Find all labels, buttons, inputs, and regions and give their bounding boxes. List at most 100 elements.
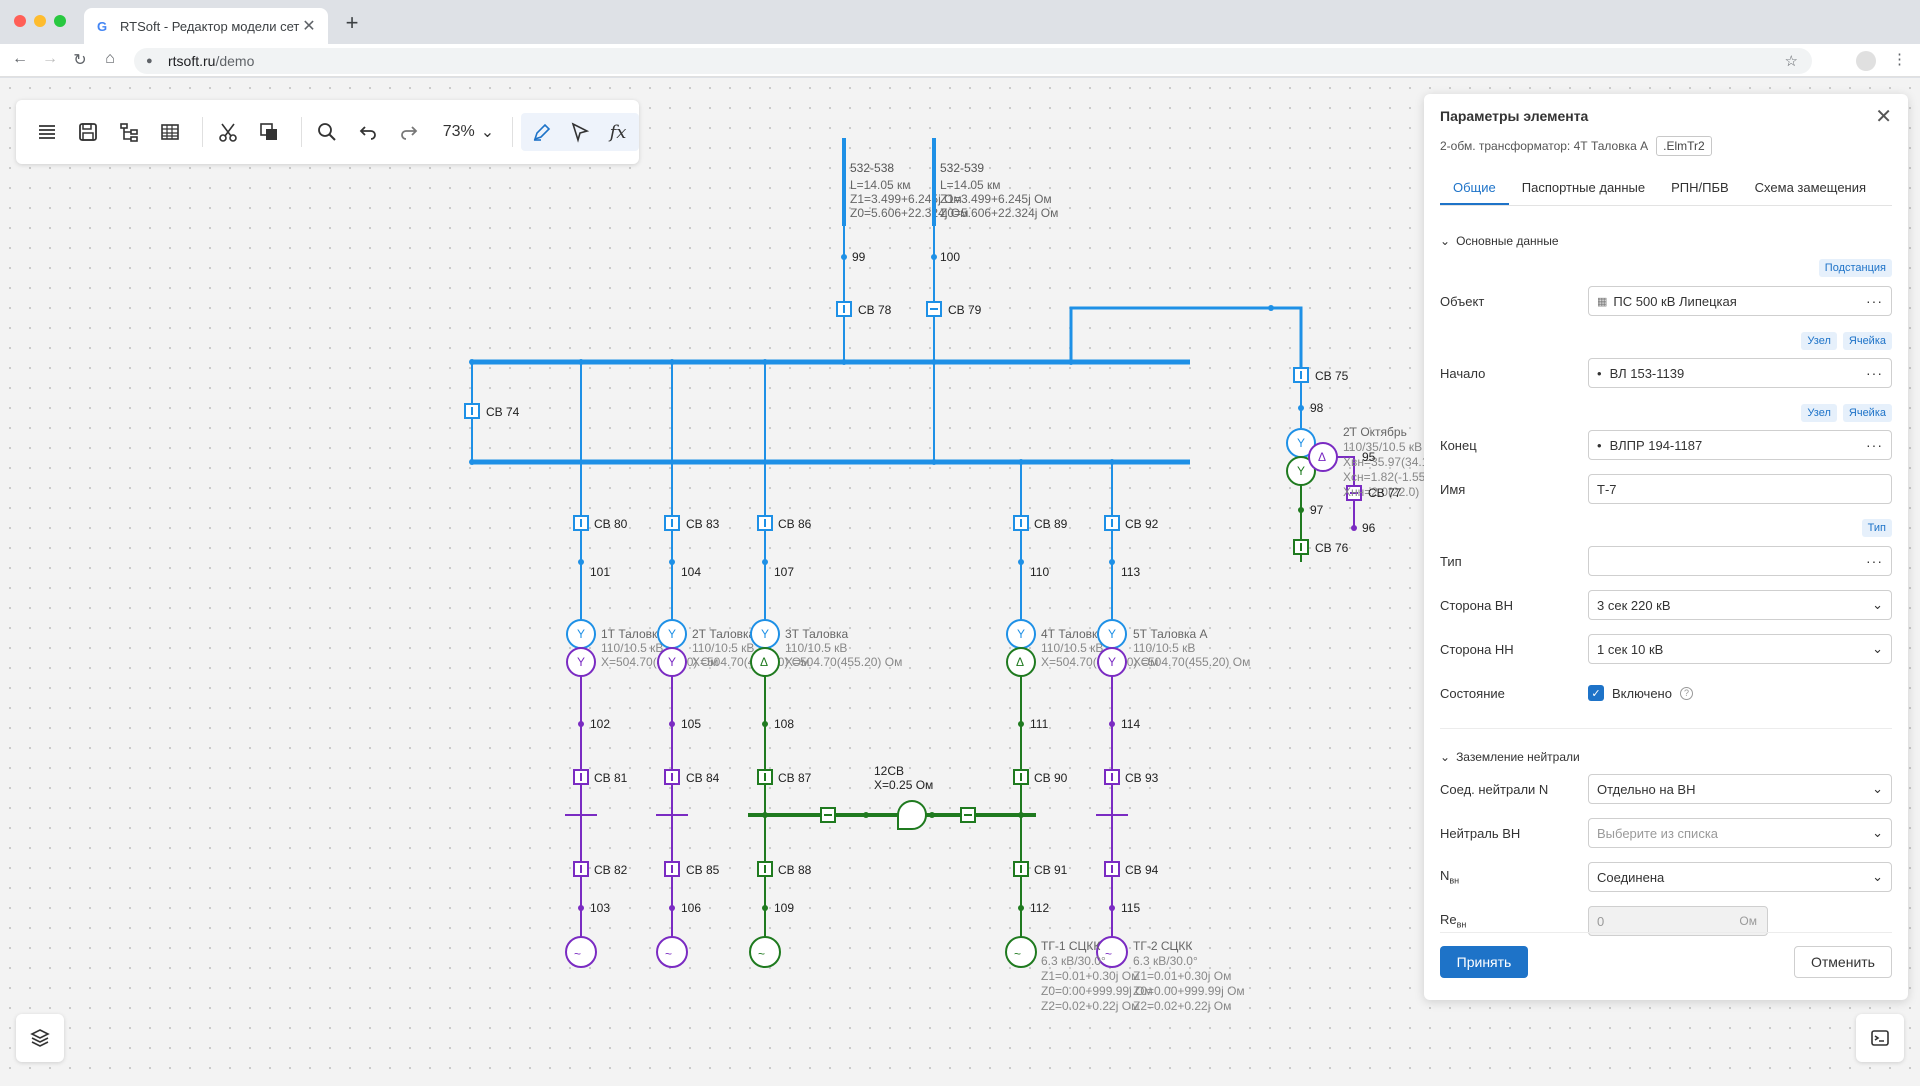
hv-side-select[interactable]: 3 сек 220 кВ ⌄ bbox=[1588, 590, 1892, 620]
lv-side-select[interactable]: 1 сек 10 кВ ⌄ bbox=[1588, 634, 1892, 664]
tab-equivalent-circuit[interactable]: Схема замещения bbox=[1742, 172, 1879, 205]
cut-button[interactable] bbox=[211, 113, 246, 151]
schema-canvas[interactable]: 532-538 L=14.05 км Z1=3.499+6.245j Ом Z0… bbox=[0, 78, 1920, 1086]
browser-menu-icon[interactable]: ⋮ bbox=[1892, 50, 1907, 68]
site-info-icon[interactable]: ● bbox=[146, 55, 158, 67]
bay-3t-talovka[interactable]: Y Δ ~ bbox=[749, 462, 781, 968]
type-chip[interactable]: Тип bbox=[1861, 519, 1892, 537]
bus-coupler[interactable] bbox=[464, 362, 480, 462]
sv79-label: СВ 79 bbox=[948, 303, 982, 317]
sv85-label: СВ 85 bbox=[686, 863, 720, 877]
home-icon[interactable]: ⌂ bbox=[100, 50, 120, 68]
redo-icon bbox=[401, 126, 418, 140]
t2-rating: 110/10.5 кВ bbox=[692, 641, 754, 655]
window-maximize-dot[interactable] bbox=[54, 15, 66, 27]
object-row: Объект ▦ ПС 500 кВ Липецкая ··· bbox=[1440, 286, 1892, 316]
object-chips: Подстанция bbox=[1818, 259, 1892, 277]
browser-tab[interactable]: G RTSoft - Редактор модели сети ✕ bbox=[84, 8, 328, 44]
bookmark-star-icon[interactable]: ☆ bbox=[1785, 52, 1798, 70]
name-input[interactable]: Т-7 bbox=[1588, 474, 1892, 504]
select-tool-button[interactable] bbox=[561, 113, 599, 151]
profile-avatar[interactable] bbox=[1856, 51, 1876, 71]
sv92-label: СВ 92 bbox=[1125, 517, 1159, 531]
pen-tool-button[interactable] bbox=[523, 113, 561, 151]
name-label: Имя bbox=[1440, 481, 1466, 497]
svg-text:Y: Y bbox=[1108, 655, 1116, 669]
url-path: /demo bbox=[215, 53, 255, 69]
bay-5t-talovka-a[interactable]: Y Y ~ bbox=[1096, 462, 1128, 968]
tab-general[interactable]: Общие bbox=[1440, 172, 1509, 205]
cell-chip-start[interactable]: Ячейка bbox=[1842, 332, 1892, 350]
cancel-button[interactable]: Отменить bbox=[1794, 946, 1892, 978]
node-114-label: 114 bbox=[1121, 717, 1140, 731]
more-icon[interactable]: ··· bbox=[1866, 553, 1883, 569]
end-field[interactable]: • ВЛПР 194-1187 ··· bbox=[1588, 430, 1892, 460]
neutral-conn-select[interactable]: Отдельно на ВН ⌄ bbox=[1588, 774, 1892, 804]
layers-icon bbox=[30, 1029, 50, 1047]
redo-button[interactable] bbox=[392, 113, 427, 151]
undo-button[interactable] bbox=[351, 113, 386, 151]
help-icon[interactable]: ? bbox=[1679, 686, 1693, 700]
neutral-hv-select[interactable]: Выберите из списка ⌄ bbox=[1588, 818, 1892, 848]
more-icon[interactable]: ··· bbox=[1866, 365, 1883, 381]
accept-button[interactable]: Принять bbox=[1440, 946, 1528, 978]
section-main-header[interactable]: ⌄ Основные данные bbox=[1440, 234, 1559, 248]
bay-2t-talovka[interactable]: Y Y ~ bbox=[656, 462, 688, 968]
lv-side-value: 1 сек 10 кВ bbox=[1597, 641, 1664, 657]
node-115-label: 115 bbox=[1121, 901, 1140, 915]
node-chip-end[interactable]: Узел bbox=[1801, 404, 1837, 422]
panel-subtitle: 2-обм. трансформатор: 4Т Таловка А bbox=[1440, 139, 1649, 153]
close-icon[interactable]: ✕ bbox=[1875, 104, 1892, 129]
type-field[interactable]: ··· bbox=[1588, 546, 1892, 576]
tab-tap-changer[interactable]: РПН/ПБВ bbox=[1658, 172, 1742, 205]
section-ground-header[interactable]: ⌄ Заземление нейтрали bbox=[1440, 750, 1580, 764]
save-button[interactable] bbox=[71, 113, 106, 151]
more-icon[interactable]: ··· bbox=[1866, 293, 1883, 309]
end-value: ВЛПР 194-1187 bbox=[1609, 437, 1703, 453]
enabled-checkbox[interactable]: ✓ bbox=[1588, 685, 1604, 701]
search-button[interactable] bbox=[310, 113, 345, 151]
copy-button[interactable] bbox=[252, 113, 287, 151]
feeder-532-539[interactable] bbox=[926, 138, 942, 462]
start-row: Начало • ВЛ 153-1139 ··· bbox=[1440, 358, 1892, 388]
layers-button[interactable] bbox=[16, 1014, 64, 1062]
node-chip-start[interactable]: Узел bbox=[1801, 332, 1837, 350]
formula-button[interactable]: fx bbox=[599, 113, 637, 151]
table-button[interactable] bbox=[153, 113, 188, 151]
forward-arrow-icon[interactable]: → bbox=[40, 50, 60, 68]
zoom-select[interactable]: 73% ⌄ bbox=[443, 122, 494, 142]
n-hv-select[interactable]: Соединена ⌄ bbox=[1588, 862, 1892, 892]
node-104-label: 104 bbox=[681, 565, 701, 579]
feeder-532-538[interactable] bbox=[836, 138, 852, 362]
console-button[interactable] bbox=[1856, 1014, 1904, 1062]
tree-button[interactable] bbox=[112, 113, 147, 151]
menu-button[interactable] bbox=[30, 113, 65, 151]
window-close-dot[interactable] bbox=[14, 15, 26, 27]
window-minimize-dot[interactable] bbox=[34, 15, 46, 27]
start-label: Начало bbox=[1440, 365, 1486, 381]
url-host: rtsoft.ru bbox=[168, 53, 216, 69]
bay-1t-talovka[interactable]: Y Y ~ bbox=[565, 462, 597, 968]
bay-4t-talovka-a[interactable]: Y Δ ~ bbox=[1005, 462, 1037, 968]
back-arrow-icon[interactable]: ← bbox=[10, 50, 30, 68]
object-field[interactable]: ▦ ПС 500 кВ Липецкая ··· bbox=[1588, 286, 1892, 316]
new-tab-button[interactable]: + bbox=[340, 10, 364, 36]
tab-passport[interactable]: Паспортные данные bbox=[1509, 172, 1658, 205]
sv77-label: СВ 77 bbox=[1368, 486, 1402, 500]
chevron-down-icon: ⌄ bbox=[480, 124, 495, 141]
google-favicon-icon: G bbox=[96, 18, 108, 34]
more-icon[interactable]: ··· bbox=[1866, 437, 1883, 453]
start-field[interactable]: • ВЛ 153-1139 ··· bbox=[1588, 358, 1892, 388]
reload-icon[interactable]: ↻ bbox=[70, 50, 90, 70]
address-bar[interactable]: ● rtsoft.ru/demo ☆ bbox=[134, 48, 1812, 74]
reactor-12sv[interactable] bbox=[748, 800, 1036, 830]
svg-text:Y: Y bbox=[761, 627, 769, 641]
cell-chip-end[interactable]: Ячейка bbox=[1842, 404, 1892, 422]
tab-close-icon[interactable]: ✕ bbox=[300, 16, 318, 36]
t3-name: 3Т Таловка bbox=[785, 627, 849, 641]
t2-oktyabr-xv: Хвн=35.97(34.1) bbox=[1343, 455, 1432, 469]
line-2-length: L=14.05 км bbox=[940, 178, 1001, 192]
save-icon bbox=[79, 123, 98, 141]
substation-chip[interactable]: Подстанция bbox=[1818, 259, 1892, 277]
chevron-down-icon: ⌄ bbox=[1872, 825, 1883, 840]
